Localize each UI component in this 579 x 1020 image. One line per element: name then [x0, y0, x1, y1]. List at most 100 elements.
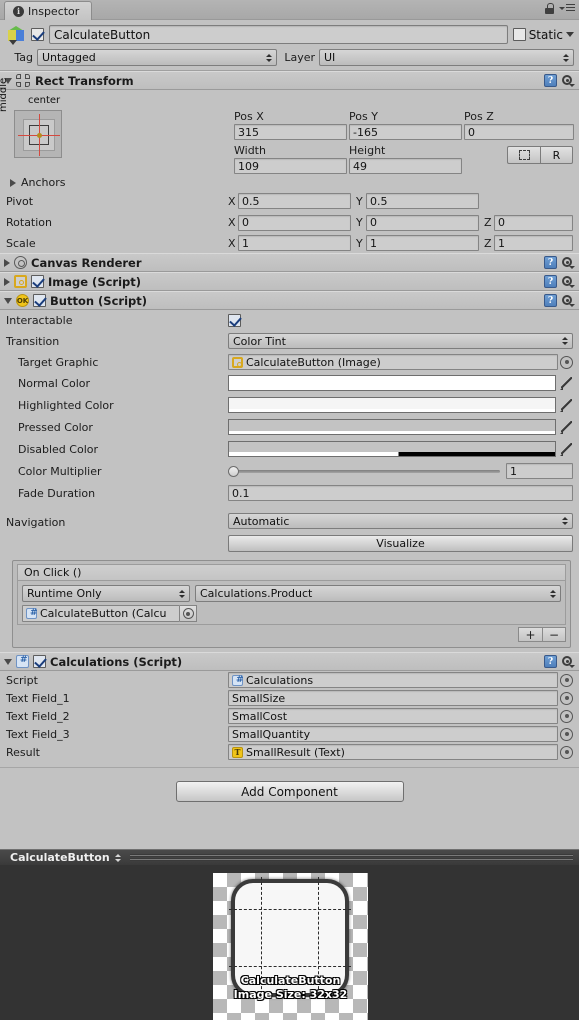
tab-inspector[interactable]: i Inspector: [4, 1, 93, 20]
on-click-remove-button[interactable]: −: [542, 627, 566, 642]
script-objectfield[interactable]: Calculations: [228, 672, 558, 688]
navigation-dropdown[interactable]: Automatic: [228, 513, 573, 529]
image-enabled-checkbox[interactable]: [31, 275, 44, 288]
on-click-function-dropdown[interactable]: Calculations.Product: [195, 585, 561, 602]
layer-value: UI: [324, 51, 336, 64]
target-graphic-objectfield[interactable]: CalculateButton (Image): [228, 354, 558, 370]
help-icon[interactable]: ?: [544, 294, 557, 307]
blueprint-mode-button[interactable]: [507, 146, 540, 164]
target-graphic-picker-icon[interactable]: [560, 355, 573, 369]
pos-y-input[interactable]: -165: [349, 124, 462, 140]
foldout-closed-icon[interactable]: [4, 258, 10, 267]
rotation-x-input[interactable]: 0: [238, 214, 351, 231]
help-icon[interactable]: ?: [544, 655, 557, 668]
canvas-renderer-title: Canvas Renderer: [31, 255, 142, 270]
static-checkbox[interactable]: [512, 28, 526, 41]
info-icon: i: [13, 5, 24, 17]
component-header-calculations[interactable]: Calculations (Script) ?: [0, 652, 579, 671]
gear-icon[interactable]: [561, 256, 575, 269]
scale-z-input[interactable]: 1: [494, 235, 573, 251]
foldout-closed-icon[interactable]: [4, 277, 10, 286]
component-header-rect-transform[interactable]: Rect Transform ?: [0, 71, 579, 90]
gear-icon[interactable]: [561, 294, 575, 307]
eyedropper-icon[interactable]: [560, 420, 573, 434]
text-field-1-objectfield[interactable]: SmallSize: [228, 690, 558, 706]
disabled-color-swatch[interactable]: [228, 441, 556, 457]
pivot-y-input[interactable]: 0.5: [366, 193, 479, 209]
gear-icon[interactable]: [561, 275, 575, 288]
pos-x-input[interactable]: 315: [234, 124, 347, 140]
result-objectfield[interactable]: T SmallResult (Text): [228, 744, 558, 760]
help-icon[interactable]: ?: [544, 74, 557, 87]
color-multiplier-input[interactable]: 1: [506, 463, 573, 479]
text-field-3-objectfield[interactable]: SmallQuantity: [228, 726, 558, 742]
highlighted-color-swatch[interactable]: [228, 397, 556, 413]
navigation-value: Automatic: [233, 514, 290, 528]
layer-dropdown[interactable]: UI: [319, 49, 574, 66]
text-field-2-objectfield[interactable]: SmallCost: [228, 708, 558, 724]
height-input[interactable]: 49: [349, 158, 462, 174]
text-component-icon: T: [232, 746, 243, 758]
static-dropdown-chevron-icon[interactable]: [566, 32, 574, 37]
eyedropper-icon[interactable]: [560, 398, 573, 412]
calculations-enabled-checkbox[interactable]: [33, 655, 46, 668]
rotation-row: Rotation X 0 Y 0 Z 0: [0, 212, 579, 233]
gameobject-name-input[interactable]: CalculateButton: [49, 25, 508, 44]
interactable-checkbox[interactable]: [228, 313, 241, 327]
lock-icon[interactable]: [545, 3, 554, 14]
on-click-list-controls: + −: [17, 627, 566, 642]
raw-edit-mode-button[interactable]: R: [540, 146, 573, 164]
gameobject-active-checkbox[interactable]: [31, 28, 44, 41]
eyedropper-icon[interactable]: [560, 442, 573, 456]
fade-duration-input[interactable]: 0.1: [228, 485, 573, 501]
text-field-3-picker-icon[interactable]: [560, 727, 573, 741]
component-header-button[interactable]: OK Button (Script) ?: [0, 291, 579, 310]
scale-x-input[interactable]: 1: [238, 235, 351, 251]
hamburger-menu-icon[interactable]: [559, 4, 575, 13]
text-field-1-picker-icon[interactable]: [560, 691, 573, 705]
preview-dropdown-icon[interactable]: [114, 853, 121, 862]
on-click-mode-dropdown[interactable]: Runtime Only: [22, 585, 190, 602]
scale-y-input[interactable]: 1: [366, 235, 479, 251]
preview-drag-handle[interactable]: [129, 854, 573, 861]
rotation-z-input[interactable]: 0: [494, 214, 573, 231]
text-field-2-picker-icon[interactable]: [560, 709, 573, 723]
script-picker-icon[interactable]: [560, 673, 573, 687]
normal-color-swatch[interactable]: [228, 375, 556, 391]
preview-header[interactable]: CalculateButton: [0, 849, 579, 865]
scale-label: Scale: [6, 236, 36, 250]
add-component-button[interactable]: Add Component: [175, 781, 404, 802]
pressed-color-label: Pressed Color: [18, 420, 93, 434]
pos-x-value: 315: [238, 125, 259, 139]
pressed-color-swatch[interactable]: [228, 419, 556, 435]
eyedropper-icon[interactable]: [560, 376, 573, 390]
button-enabled-checkbox[interactable]: [33, 294, 46, 307]
gear-icon[interactable]: [561, 655, 575, 668]
rotation-y-input[interactable]: 0: [366, 214, 479, 231]
anchors-foldout-icon[interactable]: [10, 178, 16, 187]
help-icon[interactable]: ?: [544, 256, 557, 269]
component-header-image[interactable]: Image (Script) ?: [0, 272, 579, 291]
pos-z-input[interactable]: 0: [464, 124, 574, 140]
component-header-canvas-renderer[interactable]: Canvas Renderer ?: [0, 253, 579, 272]
result-picker-icon[interactable]: [560, 745, 573, 759]
anchors-label: Anchors: [21, 176, 66, 189]
on-click-object-field[interactable]: CalculateButton (Calcu: [22, 605, 180, 622]
width-input[interactable]: 109: [234, 158, 347, 174]
anchor-preset-widget[interactable]: [14, 110, 62, 158]
on-click-entry: Runtime Only Calculations.Product: [22, 585, 561, 602]
on-click-add-button[interactable]: +: [518, 627, 542, 642]
fade-duration-value: 0.1: [232, 486, 250, 500]
pivot-x-input[interactable]: 0.5: [238, 193, 351, 209]
gear-icon[interactable]: [561, 74, 575, 87]
on-click-object-picker-icon[interactable]: [180, 605, 197, 622]
color-multiplier-slider[interactable]: [228, 463, 500, 479]
transition-dropdown[interactable]: Color Tint: [228, 333, 573, 349]
foldout-open-icon[interactable]: [4, 297, 12, 304]
tag-dropdown[interactable]: Untagged: [37, 49, 277, 66]
foldout-open-icon[interactable]: [4, 658, 12, 665]
pos-z-value: 0: [468, 125, 475, 139]
help-icon[interactable]: ?: [544, 275, 557, 288]
pos-y-label: Pos Y: [349, 110, 378, 123]
visualize-button[interactable]: Visualize: [228, 534, 573, 552]
